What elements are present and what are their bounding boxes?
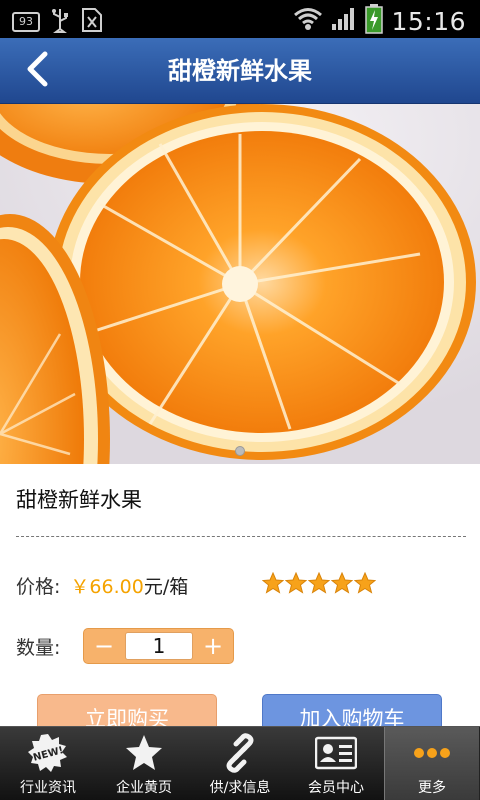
sd-card-icon <box>80 7 104 37</box>
back-button[interactable] <box>14 48 60 94</box>
decrease-quantity-button[interactable]: − <box>84 629 124 663</box>
title-bar: 甜橙新鲜水果 <box>0 38 480 104</box>
price-label: 价格: <box>16 576 61 598</box>
rating-star-icon <box>308 572 330 594</box>
bottom-nav: NEW! 行业资讯 企业黄页 供/求信息 会员中心 更多 <box>0 726 480 800</box>
product-image-carousel[interactable] <box>0 104 480 464</box>
nav-label: 会员中心 <box>308 780 364 796</box>
rating-star-icon <box>354 572 376 594</box>
battery-charging-icon <box>365 4 384 38</box>
nav-item-supply-demand[interactable]: 供/求信息 <box>192 727 288 800</box>
increase-quantity-button[interactable]: + <box>193 629 233 663</box>
page-title: 甜橙新鲜水果 <box>168 57 312 85</box>
nav-item-member-center[interactable]: 会员中心 <box>288 727 384 800</box>
id-card-icon <box>315 733 357 773</box>
quantity-input[interactable]: 1 <box>125 632 193 660</box>
usb-icon <box>50 7 70 37</box>
nav-label: 更多 <box>418 780 446 796</box>
rating-star-icon <box>285 572 307 594</box>
price-value: ￥66.00 <box>70 576 144 598</box>
star-icon <box>123 733 165 773</box>
carousel-dot[interactable] <box>235 446 245 456</box>
notification-badge: 93 <box>12 12 40 32</box>
nav-label: 供/求信息 <box>209 780 271 796</box>
wifi-icon <box>293 6 323 36</box>
more-dots-icon <box>411 733 453 773</box>
nav-item-industry-news[interactable]: NEW! 行业资讯 <box>0 727 96 800</box>
carousel-indicator <box>0 446 480 456</box>
chevron-left-icon <box>24 51 50 91</box>
status-left: 93 <box>12 7 104 37</box>
nav-item-yellow-pages[interactable]: 企业黄页 <box>96 727 192 800</box>
rating-stars <box>262 572 376 594</box>
quantity-label: 数量: <box>16 637 61 659</box>
nav-item-more[interactable]: 更多 <box>384 727 480 800</box>
product-name: 甜橙新鲜水果 <box>16 488 142 512</box>
product-image <box>0 104 480 464</box>
price-row: 价格: ￥66.00 元/箱 <box>16 572 188 599</box>
nav-label: 行业资讯 <box>20 780 76 796</box>
signal-icon <box>331 6 357 36</box>
link-icon <box>219 733 261 773</box>
rating-star-icon <box>262 572 284 594</box>
rating-star-icon <box>331 572 353 594</box>
nav-label: 企业黄页 <box>116 780 172 796</box>
quantity-stepper: − 1 + <box>83 628 234 664</box>
status-right: 15:16 <box>293 4 466 38</box>
new-badge-icon: NEW! <box>27 733 69 773</box>
status-bar: 93 15:16 <box>0 0 480 38</box>
dashed-divider <box>16 536 466 537</box>
price-unit: 元/箱 <box>143 576 189 598</box>
clock: 15:16 <box>391 6 466 36</box>
